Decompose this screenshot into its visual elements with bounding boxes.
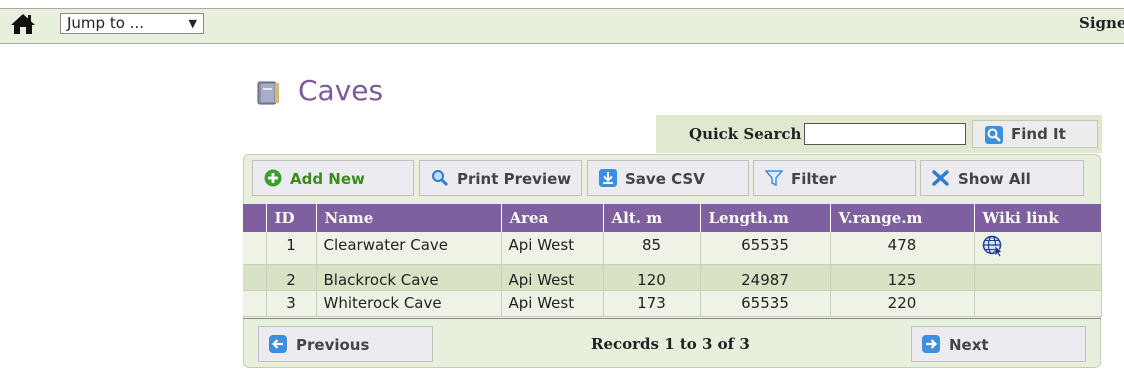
print-preview-label: Print Preview (457, 170, 572, 188)
cell-area: Api West (501, 290, 604, 317)
magnifier-icon (432, 170, 449, 187)
column-header-vrange[interactable]: V.range.m (830, 204, 975, 232)
row-selector[interactable] (243, 232, 267, 265)
save-csv-button[interactable]: Save CSV (587, 160, 749, 196)
cell-name: Whiterock Cave (316, 290, 502, 317)
print-preview-button[interactable]: Print Preview (419, 160, 582, 196)
column-header-wiki[interactable]: Wiki link (974, 204, 1102, 232)
plus-circle-icon (264, 169, 282, 187)
pager-divider (243, 318, 1101, 319)
jump-to-label: Jump to ... (67, 14, 144, 32)
previous-button[interactable]: Previous (258, 326, 433, 362)
chevron-down-icon: ▼ (188, 17, 197, 30)
download-icon (599, 169, 617, 187)
filter-button[interactable]: Filter (753, 160, 916, 196)
cell-length: 65535 (700, 290, 831, 317)
table-header-row: ID Name Area Alt. m Length.m V.range.m W… (243, 204, 1102, 232)
cell-name: Clearwater Cave (316, 232, 502, 265)
next-label: Next (949, 336, 989, 354)
quick-search-label: Quick Search (689, 125, 802, 143)
table-row[interactable]: 2 Blackrock Cave Api West 120 24987 125 (243, 264, 1102, 291)
row-selector[interactable] (243, 290, 267, 317)
previous-label: Previous (296, 336, 370, 354)
clear-filter-icon (932, 170, 949, 186)
filter-label: Filter (791, 170, 837, 188)
column-header-name[interactable]: Name (316, 204, 502, 232)
magnifier-icon (985, 126, 1003, 144)
cell-id: 2 (266, 264, 317, 291)
cell-length: 65535 (700, 232, 831, 265)
cell-length: 24987 (700, 264, 831, 291)
caves-table: ID Name Area Alt. m Length.m V.range.m W… (243, 204, 1102, 317)
cell-area: Api West (501, 264, 604, 291)
column-header-id[interactable]: ID (266, 204, 317, 232)
show-all-label: Show All (958, 170, 1031, 188)
cell-vrange: 125 (830, 264, 975, 291)
jump-to-select[interactable]: Jump to ... ▼ (60, 13, 204, 34)
arrow-right-icon (922, 335, 940, 353)
cell-vrange: 220 (830, 290, 975, 317)
quick-search-input[interactable] (804, 123, 966, 145)
signed-in-text: Signe (1079, 14, 1124, 32)
next-button[interactable]: Next (911, 326, 1086, 362)
select-column-header (243, 204, 267, 232)
column-header-length[interactable]: Length.m (700, 204, 831, 232)
find-it-label: Find It (1011, 125, 1066, 143)
cell-alt: 85 (603, 232, 701, 265)
records-count: Records 1 to 3 of 3 (591, 335, 750, 353)
funnel-icon (765, 170, 783, 187)
globe-link-icon[interactable] (982, 235, 1004, 257)
save-csv-label: Save CSV (625, 170, 705, 188)
cell-area: Api West (501, 232, 604, 265)
add-new-label: Add New (290, 170, 365, 188)
table-row[interactable]: 1 Clearwater Cave Api West 85 65535 478 (243, 232, 1102, 265)
cell-alt: 173 (603, 290, 701, 317)
column-header-area[interactable]: Area (501, 204, 604, 232)
cell-wiki (974, 232, 1102, 265)
cell-name: Blackrock Cave (316, 264, 502, 291)
arrow-left-icon (269, 335, 287, 353)
add-new-button[interactable]: Add New (252, 160, 414, 196)
column-header-alt[interactable]: Alt. m (603, 204, 701, 232)
cell-id: 1 (266, 232, 317, 265)
cell-alt: 120 (603, 264, 701, 291)
book-icon (257, 81, 279, 105)
find-it-button[interactable]: Find It (972, 120, 1098, 148)
cell-vrange: 478 (830, 232, 975, 265)
cell-wiki (974, 290, 1102, 317)
row-selector[interactable] (243, 264, 267, 291)
top-nav-bar: Jump to ... ▼ Signe (0, 8, 1124, 44)
home-icon[interactable] (10, 12, 36, 36)
show-all-button[interactable]: Show All (920, 160, 1084, 196)
cell-wiki (974, 264, 1102, 291)
page-title: Caves (298, 74, 384, 107)
table-row[interactable]: 3 Whiterock Cave Api West 173 65535 220 (243, 290, 1102, 317)
cell-id: 3 (266, 290, 317, 317)
